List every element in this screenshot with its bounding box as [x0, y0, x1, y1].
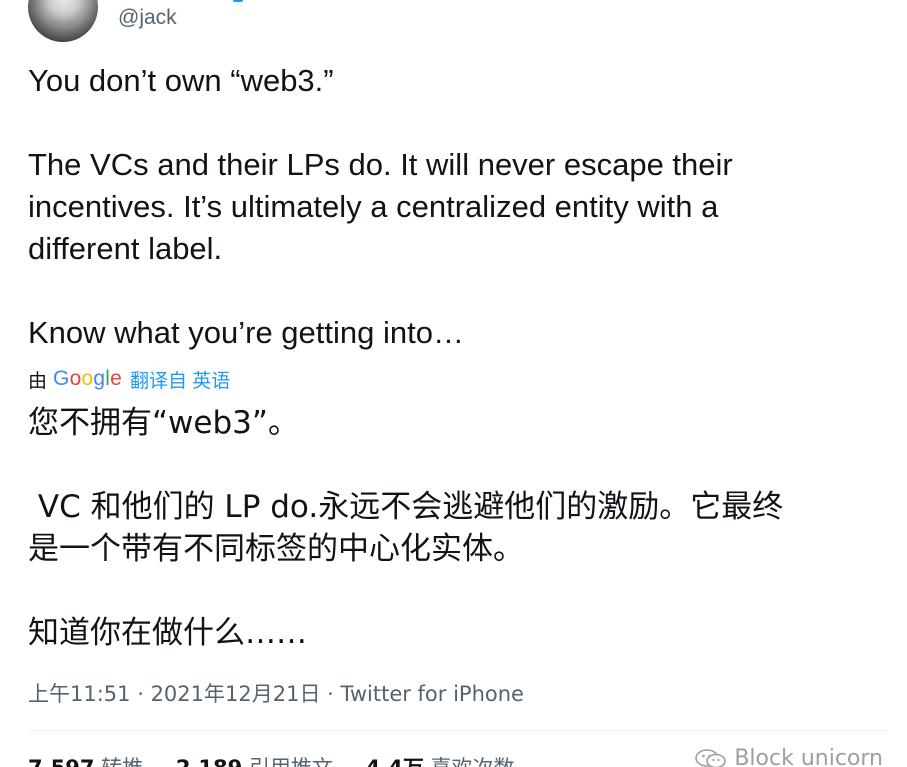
tweet-source-link[interactable]: Twitter for iPhone — [340, 682, 524, 706]
tweet-line: You don’t own “web3.” — [28, 63, 334, 98]
translated-line: 是一个带有不同标签的中心化实体。 — [28, 531, 524, 567]
quotes-label[interactable]: 引用推文 — [249, 756, 333, 767]
translated-line: VC 和他们的 LP do.永远不会逃避他们的激励。它最终 — [28, 489, 784, 525]
tweet-time[interactable]: 上午11:51 — [28, 682, 131, 706]
user-handle[interactable]: @jack — [118, 6, 177, 30]
verified-badge-icon — [233, 0, 243, 2]
translated-by-label: 由 — [28, 370, 48, 392]
tweet-text: You don’t own “web3.” The VCs and their … — [28, 60, 888, 354]
separator: · — [130, 682, 151, 706]
avatar[interactable] — [28, 0, 98, 42]
engagement-stats: 7,597 转推 2,189 引用推文 4.4万 喜欢次数 — [28, 752, 541, 767]
tweet-line: different label. — [28, 231, 223, 266]
tweet-line: incentives. It’s ultimately a centralize… — [28, 189, 719, 224]
wechat-icon — [695, 748, 727, 767]
translated-text: 您不拥有“web3”。 VC 和他们的 LP do.永远不会逃避他们的激励。它最… — [28, 402, 888, 654]
retweets-count[interactable]: 7,597 — [28, 756, 94, 767]
watermark: Block unicorn — [694, 746, 883, 767]
divider — [28, 730, 888, 731]
translated-line: 知道你在做什么…… — [28, 615, 307, 651]
tweet-metadata: 上午11:51 · 2021年12月21日 · Twitter for iPho… — [28, 678, 524, 708]
translation-attribution: 由 Google 翻译自 英语 — [28, 364, 230, 394]
likes-count[interactable]: 4.4万 — [366, 756, 424, 767]
tweet-card: @jack You don’t own “web3.” The VCs and … — [0, 0, 907, 767]
translated-line: 您不拥有“web3”。 — [28, 405, 299, 441]
separator: · — [320, 682, 341, 706]
tweet-line: The VCs and their LPs do. It will never … — [28, 147, 733, 182]
likes-label[interactable]: 喜欢次数 — [431, 756, 515, 767]
retweets-label[interactable]: 转推 — [101, 756, 143, 767]
quotes-count[interactable]: 2,189 — [176, 756, 242, 767]
tweet-date[interactable]: 2021年12月21日 — [151, 682, 321, 706]
tweet-line: Know what you’re getting into… — [28, 315, 464, 350]
translated-from-link[interactable]: 翻译自 英语 — [130, 366, 230, 393]
google-logo-icon: Google — [53, 367, 122, 390]
watermark-text: Block unicorn — [734, 746, 883, 767]
